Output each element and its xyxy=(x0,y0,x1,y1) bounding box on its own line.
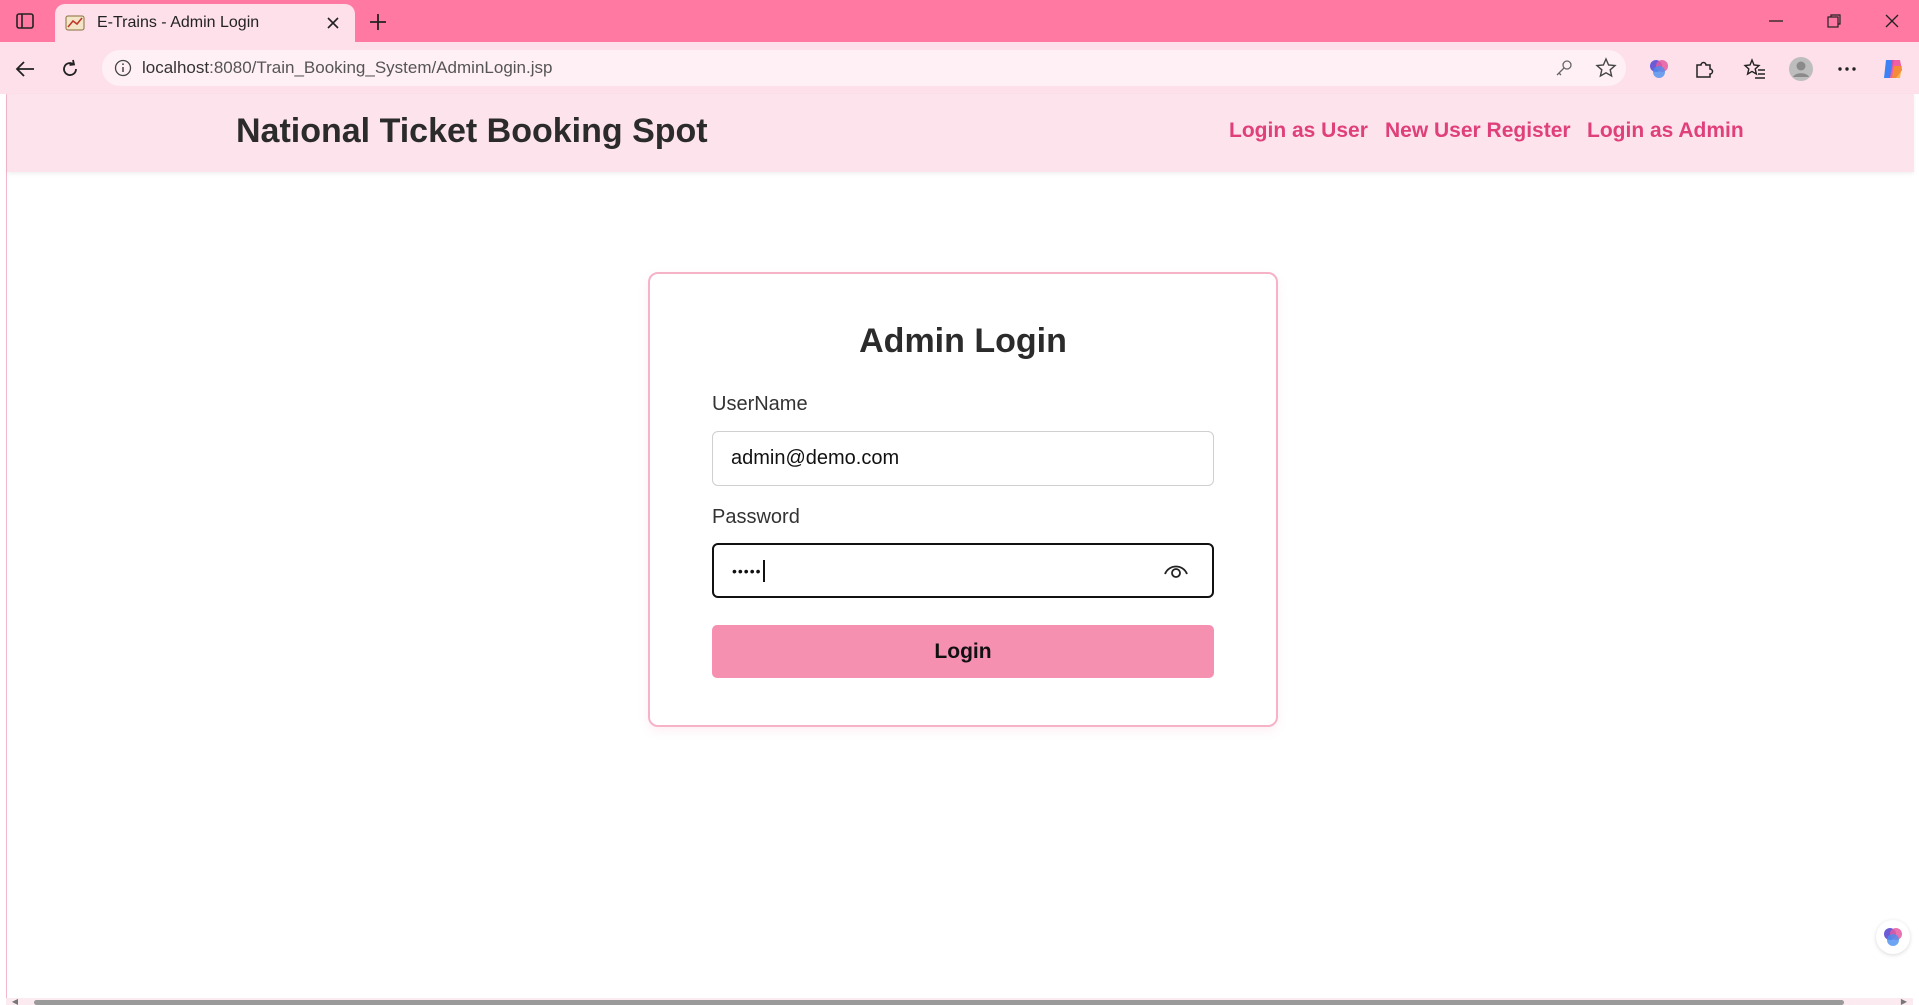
minimize-icon[interactable] xyxy=(1756,8,1796,34)
site-info-icon[interactable] xyxy=(112,57,134,79)
password-label: Password xyxy=(712,506,800,528)
extensions-puzzle-icon[interactable] xyxy=(1689,54,1719,84)
copilot-sidebar-icon[interactable] xyxy=(1876,920,1910,954)
scroll-right-arrow-icon[interactable]: ▶ xyxy=(1899,998,1909,1005)
back-arrow-icon[interactable] xyxy=(10,54,40,84)
password-masked-value: ••••• xyxy=(732,562,762,579)
password-input[interactable]: ••••• xyxy=(712,543,1214,598)
nav-login-user[interactable]: Login as User xyxy=(1229,119,1368,143)
browser-tab-active[interactable]: E-Trains - Admin Login xyxy=(55,4,355,42)
admin-login-card: Admin Login UserName admin@demo.com Pass… xyxy=(648,272,1278,727)
profile-avatar-icon[interactable] xyxy=(1786,54,1816,84)
more-menu-icon[interactable] xyxy=(1832,54,1862,84)
copilot-extension-icon[interactable] xyxy=(1644,54,1674,84)
favorite-star-icon[interactable] xyxy=(1592,54,1620,82)
tab-close-icon[interactable] xyxy=(321,11,345,35)
username-label: UserName xyxy=(712,393,808,415)
url-text: localhost:8080/Train_Booking_System/Admi… xyxy=(142,58,553,77)
form-title: Admin Login xyxy=(859,322,1067,360)
favorites-list-icon[interactable] xyxy=(1740,54,1770,84)
site-brand[interactable]: National Ticket Booking Spot xyxy=(236,112,708,151)
close-window-icon[interactable] xyxy=(1872,8,1912,34)
username-value: admin@demo.com xyxy=(731,447,900,469)
scroll-left-arrow-icon[interactable]: ◀ xyxy=(10,998,20,1005)
nav-new-user-register[interactable]: New User Register xyxy=(1385,119,1571,143)
password-key-icon[interactable] xyxy=(1550,54,1578,82)
page-viewport: National Ticket Booking Spot Login as Us… xyxy=(6,94,1914,1005)
site-header: National Ticket Booking Spot Login as Us… xyxy=(7,94,1914,172)
train-favicon-icon xyxy=(65,13,85,33)
sidebar-toggle-icon[interactable] xyxy=(10,10,40,32)
copilot-icon[interactable] xyxy=(1878,54,1908,84)
show-password-eye-icon[interactable] xyxy=(1162,559,1190,583)
browser-toolbar: localhost:8080/Train_Booking_System/Admi… xyxy=(0,42,1919,94)
tab-title: E-Trains - Admin Login xyxy=(97,14,260,31)
browser-tab-bar: E-Trains - Admin Login xyxy=(0,0,1919,42)
address-bar[interactable]: localhost:8080/Train_Booking_System/Admi… xyxy=(102,50,1626,86)
text-caret xyxy=(762,559,765,582)
username-input[interactable]: admin@demo.com xyxy=(712,431,1214,486)
reload-icon[interactable] xyxy=(55,54,85,84)
horizontal-scrollbar[interactable]: ◀ ▶ xyxy=(6,998,1913,1005)
restore-icon[interactable] xyxy=(1814,8,1854,34)
nav-login-admin[interactable]: Login as Admin xyxy=(1587,119,1744,143)
scrollbar-thumb[interactable] xyxy=(34,1000,1844,1005)
new-tab-plus-icon[interactable] xyxy=(364,8,392,36)
login-button[interactable]: Login xyxy=(712,625,1214,678)
